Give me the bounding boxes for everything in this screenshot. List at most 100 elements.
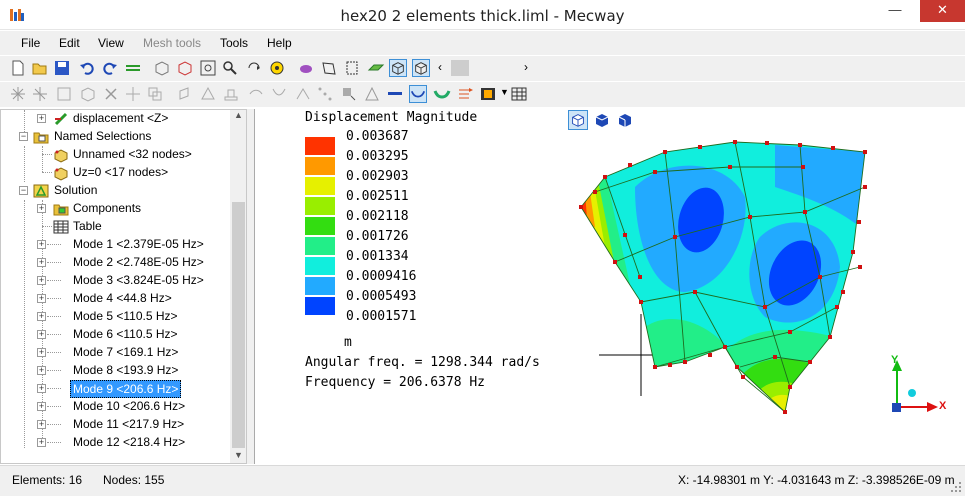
menu-edit[interactable]: Edit	[59, 36, 80, 50]
undeformed-shape-icon[interactable]	[343, 59, 361, 77]
zoom-icon[interactable]	[221, 59, 239, 77]
undo-icon[interactable]	[78, 59, 96, 77]
tree-item-mode[interactable]: + Mode 11 <217.9 Hz>	[1, 416, 230, 434]
grid-table-icon[interactable]	[510, 85, 528, 103]
tree-item-mode[interactable]: + Mode 3 <3.824E-05 Hz>	[1, 272, 230, 290]
tree-item-displacement[interactable]: + displacement <Z>	[1, 110, 230, 128]
tree-item-mode[interactable]: + Mode 10 <206.6 Hz>	[1, 398, 230, 416]
triangle-mesh-icon[interactable]	[363, 85, 381, 103]
tree-item-uz-zero-selection[interactable]: Uz=0 <17 nodes>	[1, 164, 230, 182]
menu-view[interactable]: View	[98, 36, 124, 50]
nodes-pattern-icon[interactable]	[316, 85, 334, 103]
tree-item-components[interactable]: + Components	[1, 200, 230, 218]
vector-arrows-icon[interactable]	[457, 85, 475, 103]
cube-element-icon[interactable]	[153, 59, 171, 77]
expand-icon[interactable]: +	[37, 384, 46, 393]
extrude-icon[interactable]	[176, 85, 194, 103]
chevron-left-icon[interactable]: ‹	[438, 60, 442, 74]
new-file-icon[interactable]	[9, 59, 27, 77]
tree-item-mode-selected[interactable]: + Mode 9 <206.6 Hz>	[1, 380, 230, 398]
cube-outline-icon[interactable]	[79, 85, 97, 103]
close-button[interactable]: ✕	[920, 0, 965, 22]
tree-item-table[interactable]: Table	[1, 218, 230, 236]
resize-grip-icon[interactable]	[951, 482, 963, 494]
collapse-icon[interactable]: −	[19, 186, 28, 195]
tree-item-mode[interactable]: + Mode 1 <2.379E-05 Hz>	[1, 236, 230, 254]
tree-item-mode[interactable]: + Mode 4 <44.8 Hz>	[1, 290, 230, 308]
solid-cube-icon[interactable]	[412, 59, 430, 77]
expand-icon[interactable]: +	[37, 348, 46, 357]
menu-file[interactable]: File	[21, 36, 40, 50]
expand-icon[interactable]: +	[37, 366, 46, 375]
menu-tools[interactable]: Tools	[220, 36, 248, 50]
expand-icon[interactable]: +	[37, 312, 46, 321]
delete-icon[interactable]	[102, 85, 120, 103]
redo-icon[interactable]	[101, 59, 119, 77]
animation-film-icon[interactable]	[479, 85, 497, 103]
select-box-icon[interactable]	[55, 85, 73, 103]
tree-item-unnamed-selection[interactable]: Unnamed <32 nodes>	[1, 146, 230, 164]
tree-item-mode[interactable]: + Mode 6 <110.5 Hz>	[1, 326, 230, 344]
menu-help[interactable]: Help	[267, 36, 292, 50]
expand-icon[interactable]: +	[37, 330, 46, 339]
expand-icon[interactable]: +	[37, 114, 46, 123]
expand-icon[interactable]: +	[37, 402, 46, 411]
tree-item-solution[interactable]: − Solution	[1, 182, 230, 200]
toolbar-scroller-thumb[interactable]	[451, 60, 469, 76]
deformed-shape-icon[interactable]	[320, 59, 338, 77]
expand-icon[interactable]: +	[37, 420, 46, 429]
legend-color-swatch	[305, 177, 335, 195]
paint-elements-icon[interactable]	[297, 59, 315, 77]
node-add-icon[interactable]	[31, 85, 49, 103]
3d-viewport[interactable]: Displacement Magnitude 0.003687 0.003295 0…	[254, 109, 965, 464]
tree-item-mode[interactable]: + Mode 7 <169.1 Hz>	[1, 344, 230, 362]
refine-icon[interactable]	[340, 85, 358, 103]
tree-item-mode[interactable]: + Mode 5 <110.5 Hz>	[1, 308, 230, 326]
mirror-icon[interactable]	[247, 85, 265, 103]
line-thickness-icon[interactable]	[386, 85, 404, 103]
contour-smooth-icon[interactable]	[409, 85, 427, 103]
tree-scrollbar-thumb[interactable]	[232, 202, 245, 448]
merge-icon[interactable]	[294, 85, 312, 103]
scroll-down-icon[interactable]: ▼	[234, 450, 243, 460]
cube-red-icon[interactable]	[176, 59, 194, 77]
split-icon[interactable]	[270, 85, 288, 103]
dropdown-arrow-icon[interactable]: ▼	[500, 87, 509, 97]
menu-mesh-tools[interactable]: Mesh tools	[143, 36, 201, 50]
fit-view-icon[interactable]	[199, 59, 217, 77]
expand-icon[interactable]: +	[37, 240, 46, 249]
contour-banded-icon[interactable]	[433, 85, 451, 103]
tree-scrollbar[interactable]: ▲ ▼	[230, 110, 246, 463]
panel-splitter[interactable]	[247, 109, 254, 464]
rotate-view-icon[interactable]	[245, 59, 263, 77]
move-nodes-icon[interactable]	[124, 85, 142, 103]
collapse-icon[interactable]: −	[19, 132, 28, 141]
tree-item-mode[interactable]: + Mode 2 <2.748E-05 Hz>	[1, 254, 230, 272]
expand-icon[interactable]: +	[37, 204, 46, 213]
expand-icon[interactable]: +	[37, 438, 46, 447]
surface-plate-icon[interactable]	[367, 59, 385, 77]
spin-view-icon[interactable]	[268, 59, 286, 77]
equals-solve-icon[interactable]	[124, 59, 142, 77]
node-burst-icon[interactable]	[9, 85, 27, 103]
axis-y-label: Y	[891, 354, 899, 366]
legend-value: 0.001334	[346, 249, 409, 264]
tree-item-mode[interactable]: + Mode 8 <193.9 Hz>	[1, 362, 230, 380]
toolbar-scroller[interactable]: ‹ ›	[438, 59, 534, 77]
expand-icon[interactable]: +	[37, 276, 46, 285]
expand-icon[interactable]: +	[37, 258, 46, 267]
mesh-node	[808, 360, 812, 364]
copy-elements-icon[interactable]	[146, 85, 164, 103]
scroll-up-icon[interactable]: ▲	[234, 110, 243, 120]
chevron-right-icon[interactable]: ›	[524, 60, 528, 74]
sweep-icon[interactable]	[222, 85, 240, 103]
wireframe-cube-icon[interactable]	[389, 59, 407, 77]
save-icon[interactable]	[53, 59, 71, 77]
revolve-icon[interactable]	[199, 85, 217, 103]
tree-item-mode[interactable]: + Mode 12 <218.4 Hz>	[1, 434, 230, 452]
tree-item-named-selections[interactable]: − Named Selections	[1, 128, 230, 146]
legend-color-swatch	[305, 197, 335, 215]
expand-icon[interactable]: +	[37, 294, 46, 303]
minimize-button[interactable]: —	[881, 0, 909, 22]
open-folder-icon[interactable]	[31, 59, 49, 77]
